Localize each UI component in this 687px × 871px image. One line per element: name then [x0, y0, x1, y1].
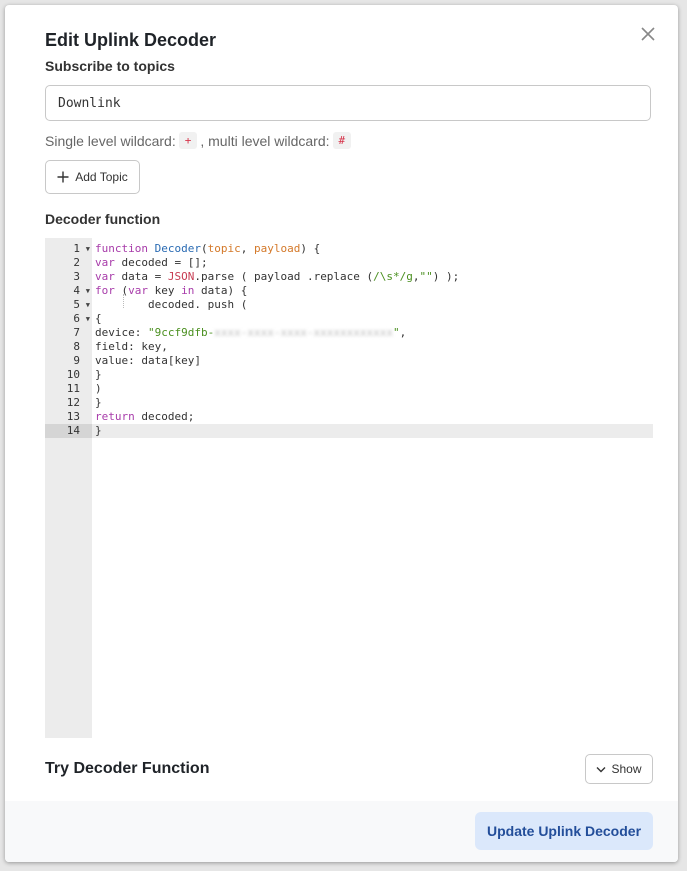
dialog-title: Edit Uplink Decoder [45, 30, 217, 50]
update-uplink-decoder-button[interactable]: Update Uplink Decoder [475, 812, 653, 850]
line-number: 7 [73, 326, 80, 339]
code-line: for (var key in data) { [95, 284, 248, 297]
code-line: field: key, [95, 340, 168, 353]
line-number: 11 [66, 382, 80, 395]
code-line: function Decoder(topic, payload) { [95, 242, 321, 255]
code-editor[interactable]: 1 ▼ 2 3 4 ▼ 5 ▼ 6 ▼ 7 8 9 10 11 12 13 14 fun… [45, 238, 653, 738]
add-topic-button[interactable]: Add Topic [45, 160, 140, 194]
close-icon[interactable] [639, 25, 657, 43]
edit-uplink-decoder-dialog: Edit Uplink Decoder Subscribe to topics … [5, 5, 678, 862]
code-line: { [95, 312, 102, 325]
line-number-active: 14 [45, 424, 92, 438]
active-line-highlight [92, 424, 653, 438]
decoder-function-label: Decoder function [45, 211, 161, 227]
redacted-device-id: xxxx-xxxx-xxxx-xxxxxxxxxxxx [214, 326, 394, 339]
line-number: 3 [73, 270, 80, 283]
single-wildcard-text: Single level wildcard: [45, 132, 176, 149]
code-line: device: "9ccf9dfb-xxxx-xxxx-xxxx-xxxxxxx… [95, 326, 407, 339]
code-line: decoded. push ( [148, 298, 248, 311]
line-number: 12 [66, 396, 80, 409]
code-line: return decoded; [95, 410, 195, 423]
code-line: value: data[key] [95, 354, 201, 367]
line-number: 1 ▼ [73, 242, 90, 256]
multi-wildcard-text: , multi level wildcard: [200, 132, 330, 149]
code-line: } [95, 396, 102, 409]
topic-input[interactable] [45, 85, 651, 121]
plus-icon [57, 171, 69, 183]
multi-wildcard-symbol: # [332, 132, 352, 149]
code-line: } [95, 368, 102, 381]
editor-gutter: 1 ▼ 2 3 4 ▼ 5 ▼ 6 ▼ 7 8 9 10 11 12 13 14 [45, 238, 92, 738]
code-line-active: } [95, 424, 102, 437]
fold-arrow-icon[interactable]: ▼ [86, 284, 90, 298]
line-number: 5 ▼ [73, 298, 90, 312]
fold-arrow-icon[interactable]: ▼ [86, 312, 90, 326]
line-number: 2 [73, 256, 80, 269]
try-decoder-label: Try Decoder Function [45, 760, 210, 777]
show-button[interactable]: Show [585, 754, 653, 784]
line-number: 9 [73, 354, 80, 367]
line-number: 6 ▼ [73, 312, 90, 326]
subscribe-topics-label: Subscribe to topics [45, 58, 175, 74]
code-line: var data = JSON.parse ( payload .replace… [95, 270, 460, 283]
fold-arrow-icon[interactable]: ▼ [86, 242, 90, 256]
chevron-down-icon [596, 766, 606, 772]
fold-arrow-icon[interactable]: ▼ [86, 298, 90, 312]
add-topic-label: Add Topic [75, 170, 128, 184]
wildcard-hint: Single level wildcard: + , multi level w… [45, 132, 354, 149]
line-number: 4 ▼ [73, 284, 90, 298]
dialog-footer: Update Uplink Decoder [5, 801, 678, 862]
code-line: var decoded = []; [95, 256, 208, 269]
line-number: 10 [66, 368, 80, 381]
single-wildcard-symbol: + [178, 132, 198, 149]
line-number: 13 [66, 410, 80, 423]
show-label: Show [611, 762, 642, 776]
line-number: 8 [73, 340, 80, 353]
code-line: ) [95, 382, 102, 395]
